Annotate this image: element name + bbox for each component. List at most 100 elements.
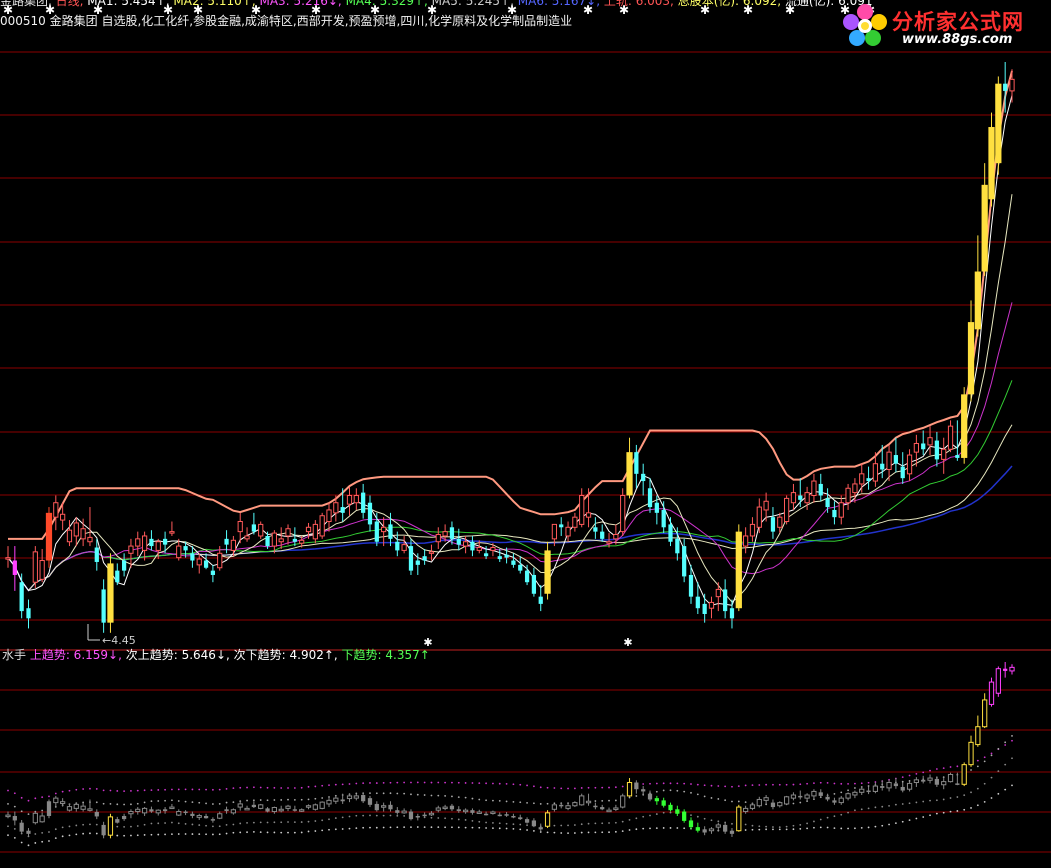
candle[interactable] bbox=[770, 507, 776, 539]
candle[interactable] bbox=[947, 420, 954, 453]
oscillator-bar[interactable] bbox=[299, 808, 305, 812]
candle[interactable] bbox=[210, 564, 216, 583]
oscillator-bar[interactable] bbox=[32, 811, 38, 825]
candle-body[interactable] bbox=[955, 455, 960, 458]
oscillator-bar[interactable] bbox=[818, 789, 823, 798]
candle[interactable] bbox=[292, 527, 297, 547]
oscillator-bar[interactable] bbox=[770, 799, 776, 810]
oscillator-body[interactable] bbox=[490, 811, 496, 814]
oscillator-body[interactable] bbox=[872, 785, 879, 792]
candle-body[interactable] bbox=[217, 552, 223, 569]
oscillator-bar[interactable] bbox=[880, 780, 885, 791]
candle-body[interactable] bbox=[572, 516, 578, 528]
candle-body[interactable] bbox=[524, 570, 530, 583]
candle-body[interactable] bbox=[866, 478, 871, 482]
candle[interactable] bbox=[518, 556, 523, 574]
candle[interactable] bbox=[203, 553, 209, 570]
candle-body[interactable] bbox=[675, 538, 680, 554]
oscillator-body[interactable] bbox=[585, 800, 592, 804]
oscillator-bar[interactable] bbox=[237, 801, 243, 811]
oscillator-body[interactable] bbox=[524, 819, 530, 823]
oscillator-body[interactable] bbox=[756, 798, 762, 807]
oscillator-body[interactable] bbox=[982, 699, 988, 728]
oscillator-body[interactable] bbox=[12, 815, 17, 821]
oscillator-bar[interactable] bbox=[661, 797, 666, 808]
candle-body[interactable] bbox=[518, 564, 523, 571]
oscillator-bar[interactable] bbox=[921, 775, 926, 784]
candle-body[interactable] bbox=[988, 127, 995, 200]
oscillator-body[interactable] bbox=[921, 779, 926, 782]
oscillator-body[interactable] bbox=[641, 789, 646, 792]
oscillator-body[interactable] bbox=[101, 824, 106, 836]
oscillator-body[interactable] bbox=[675, 809, 680, 814]
candle-body[interactable] bbox=[408, 546, 414, 571]
oscillator-body[interactable] bbox=[749, 804, 756, 809]
candle-body[interactable] bbox=[947, 425, 954, 450]
oscillator-body[interactable] bbox=[196, 815, 202, 818]
oscillator-bar[interactable] bbox=[585, 793, 592, 806]
candle[interactable] bbox=[531, 567, 537, 597]
candle[interactable] bbox=[258, 521, 264, 539]
candle[interactable] bbox=[941, 437, 947, 474]
candle-body[interactable] bbox=[73, 522, 79, 537]
candle-body[interactable] bbox=[292, 538, 297, 542]
candle[interactable] bbox=[367, 495, 373, 532]
oscillator-bar[interactable] bbox=[654, 795, 659, 805]
oscillator-bar[interactable] bbox=[155, 809, 161, 816]
candle-body[interactable] bbox=[45, 512, 53, 561]
oscillator-bar[interactable] bbox=[1003, 662, 1008, 678]
candle-body[interactable] bbox=[715, 588, 721, 598]
candle[interactable] bbox=[668, 517, 673, 547]
candle[interactable] bbox=[312, 520, 318, 544]
oscillator-bar[interactable] bbox=[395, 807, 400, 815]
candle-body[interactable] bbox=[258, 523, 264, 537]
candle-body[interactable] bbox=[353, 495, 359, 504]
candle-body[interactable] bbox=[121, 560, 127, 571]
oscillator-bar[interactable] bbox=[906, 781, 913, 792]
oscillator-body[interactable] bbox=[435, 807, 441, 811]
oscillator-bar[interactable] bbox=[531, 818, 537, 828]
oscillator-bar[interactable] bbox=[312, 803, 318, 811]
oscillator-bar[interactable] bbox=[121, 813, 127, 821]
candle-body[interactable] bbox=[361, 492, 366, 513]
oscillator-body[interactable] bbox=[866, 790, 871, 793]
candle-body[interactable] bbox=[428, 551, 435, 554]
oscillator-body[interactable] bbox=[381, 805, 387, 808]
candle[interactable] bbox=[87, 507, 93, 547]
candle-body[interactable] bbox=[565, 526, 571, 537]
oscillator-body[interactable] bbox=[94, 811, 99, 817]
candle-body[interactable] bbox=[251, 524, 256, 532]
oscillator-body[interactable] bbox=[107, 816, 114, 836]
candle-body[interactable] bbox=[845, 487, 851, 504]
oscillator-body[interactable] bbox=[367, 798, 373, 805]
oscillator-body[interactable] bbox=[613, 807, 619, 810]
oscillator-bar[interactable] bbox=[729, 828, 735, 837]
oscillator-bar[interactable] bbox=[361, 792, 366, 804]
oscillator-body[interactable] bbox=[285, 805, 291, 809]
oscillator-bar[interactable] bbox=[565, 803, 571, 811]
candle-body[interactable] bbox=[278, 538, 284, 543]
oscillator-bar[interactable] bbox=[756, 796, 762, 808]
oscillator-bar[interactable] bbox=[961, 762, 967, 787]
candle-body[interactable] bbox=[128, 545, 134, 554]
oscillator-body[interactable] bbox=[128, 811, 134, 815]
oscillator-body[interactable] bbox=[538, 827, 543, 830]
oscillator-bar[interactable] bbox=[626, 778, 633, 797]
oscillator-body[interactable] bbox=[565, 805, 571, 809]
candle[interactable] bbox=[934, 431, 939, 467]
oscillator-bar[interactable] bbox=[804, 793, 810, 801]
candle-body[interactable] bbox=[593, 527, 598, 532]
oscillator-bar[interactable] bbox=[381, 802, 387, 812]
oscillator-body[interactable] bbox=[647, 793, 653, 800]
candle-body[interactable] bbox=[476, 547, 482, 551]
oscillator-bar[interactable] bbox=[169, 803, 175, 810]
candle-body[interactable] bbox=[388, 524, 393, 539]
oscillator-bar[interactable] bbox=[872, 782, 879, 794]
oscillator-body[interactable] bbox=[265, 808, 270, 812]
oscillator-bar[interactable] bbox=[94, 809, 99, 820]
oscillator-bar[interactable] bbox=[305, 804, 312, 810]
candle[interactable] bbox=[921, 430, 926, 456]
oscillator-bar[interactable] bbox=[80, 803, 86, 812]
oscillator-body[interactable] bbox=[162, 809, 168, 812]
oscillator-bar[interactable] bbox=[497, 812, 502, 817]
